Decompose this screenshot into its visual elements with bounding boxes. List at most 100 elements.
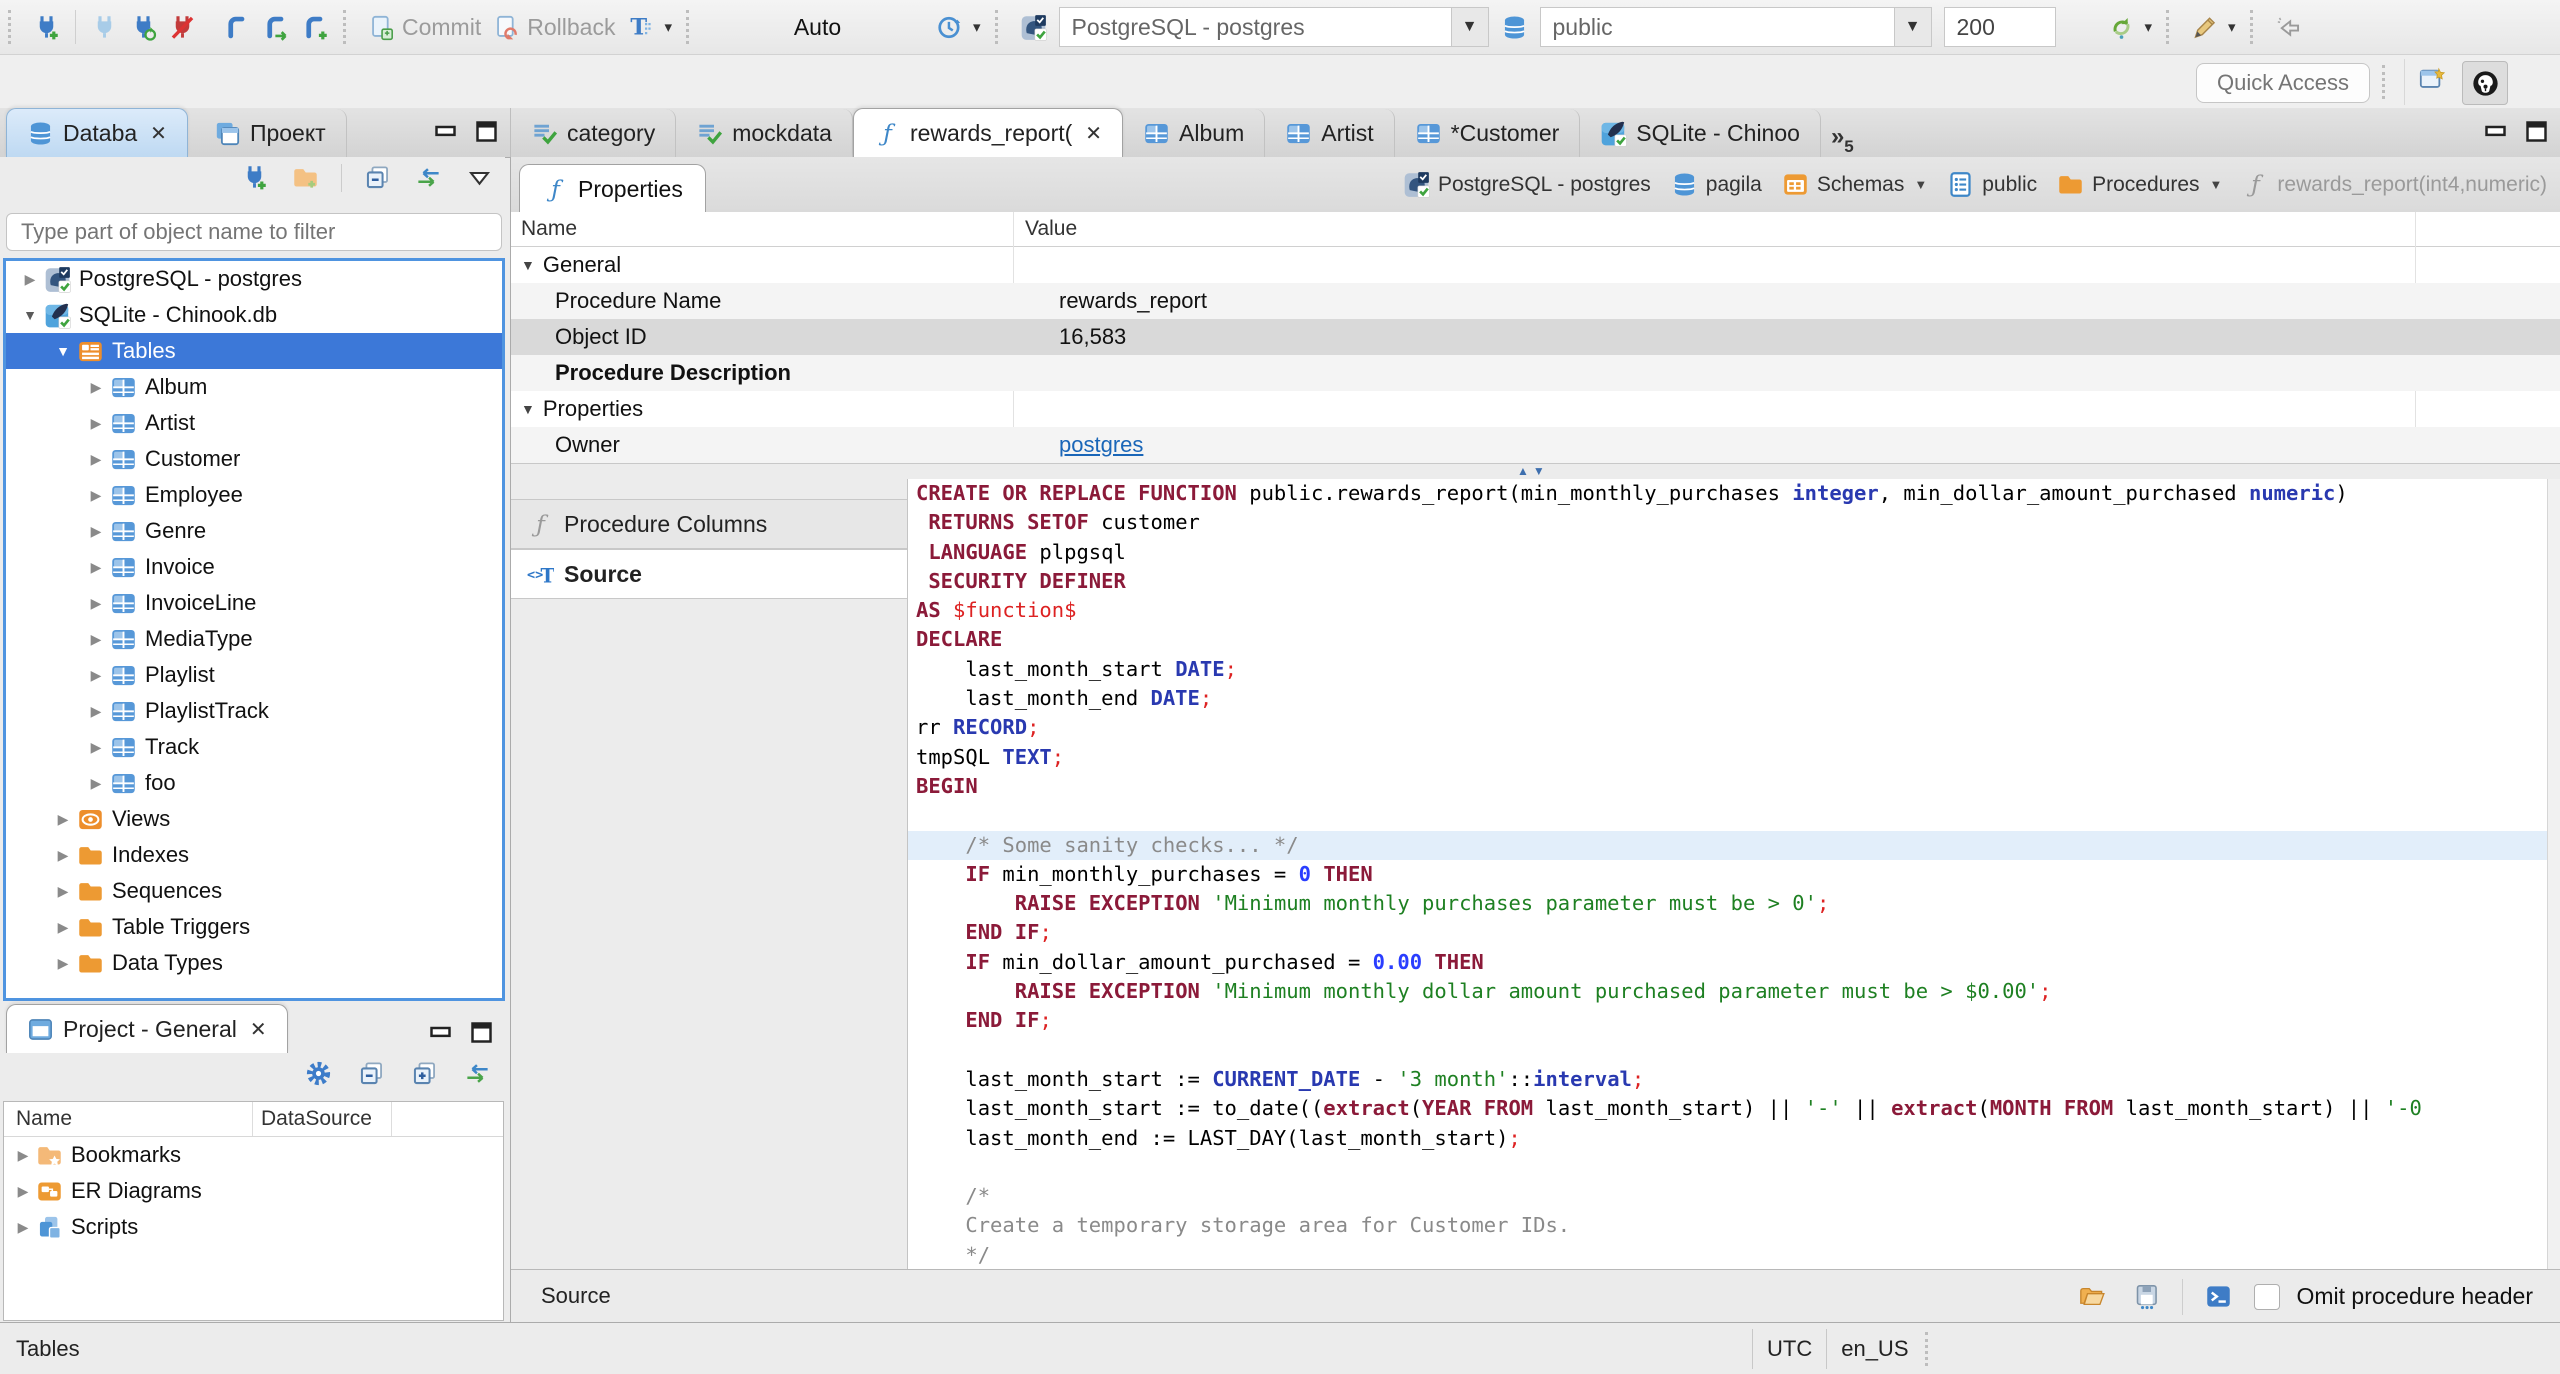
active-database-icon[interactable] xyxy=(1495,11,1534,44)
breadcrumb-public[interactable]: public xyxy=(1947,171,2037,198)
locale-label[interactable]: en_US xyxy=(1841,1336,1908,1362)
save-button[interactable] xyxy=(2127,1280,2166,1313)
console-button[interactable] xyxy=(2199,1280,2238,1313)
expander-closed-icon[interactable]: ▶ xyxy=(10,1183,36,1200)
code-scrollbar[interactable] xyxy=(2547,479,2560,1269)
dbeaver-perspective-button[interactable] xyxy=(2462,61,2508,105)
back-button[interactable] xyxy=(2269,11,2308,44)
expander-closed-icon[interactable]: ▶ xyxy=(82,667,110,684)
dropdown-caret-icon[interactable]: ▼ xyxy=(1914,177,1927,192)
project-item-scripts[interactable]: ▶ Scripts xyxy=(4,1209,503,1245)
tree-item-tables[interactable]: ▼ Tables xyxy=(6,333,502,369)
dropdown-caret-icon[interactable]: ▾ xyxy=(973,18,981,36)
refresh-button[interactable]: ▾ xyxy=(2102,11,2159,44)
expander-closed-icon[interactable]: ▶ xyxy=(82,739,110,756)
expander-closed-icon[interactable]: ▶ xyxy=(82,703,110,720)
breadcrumb-pagila[interactable]: pagila xyxy=(1671,171,1762,198)
tree-item-data-types[interactable]: ▶ Data Types xyxy=(6,945,502,981)
breadcrumb-schemas[interactable]: Schemas ▼ xyxy=(1782,171,1927,198)
sidebar-tab-проект[interactable]: Проект xyxy=(194,109,347,157)
project-item-er-diagrams[interactable]: ▶ ER Diagrams xyxy=(4,1173,503,1209)
subtab-source[interactable]: <> T Source xyxy=(511,549,907,599)
breadcrumb-rewards-report-int4-numeric[interactable]: ƒ rewards_report(int4,numeric) xyxy=(2242,171,2547,198)
tree-item-playlisttrack[interactable]: ▶ PlaylistTrack xyxy=(6,693,502,729)
grid-row-object-id[interactable]: Object ID 16,583 xyxy=(511,319,2560,355)
transaction-mode-button[interactable]: T ▾ xyxy=(621,11,678,44)
expander-closed-icon[interactable]: ▶ xyxy=(82,775,110,792)
maximize-icon[interactable] xyxy=(468,1019,495,1046)
expander-closed-icon[interactable]: ▶ xyxy=(82,487,110,504)
combo-arrow-icon[interactable]: ▼ xyxy=(1450,8,1488,46)
datasource-combo[interactable]: PostgreSQL - postgres ▼ xyxy=(1058,7,1489,47)
expander-closed-icon[interactable]: ▶ xyxy=(82,451,110,468)
editor-tab-rewards-report[interactable]: ƒ rewards_report(✕ xyxy=(852,108,1124,157)
expander-closed-icon[interactable]: ▶ xyxy=(49,955,77,972)
splitter-sash[interactable]: ▲▼ xyxy=(511,463,2560,480)
expander-closed-icon[interactable]: ▶ xyxy=(16,271,44,288)
tree-item-indexes[interactable]: ▶ Indexes xyxy=(6,837,502,873)
tree-item-genre[interactable]: ▶ Genre xyxy=(6,513,502,549)
column-name[interactable]: Name xyxy=(4,1102,253,1136)
expander-closed-icon[interactable]: ▶ xyxy=(10,1147,36,1164)
expander-closed-icon[interactable]: ▶ xyxy=(82,631,110,648)
editor-tab-artist[interactable]: Artist xyxy=(1265,109,1395,157)
close-icon[interactable]: ✕ xyxy=(1085,121,1102,146)
column-datasource[interactable]: DataSource xyxy=(253,1102,392,1136)
close-icon[interactable]: ✕ xyxy=(150,121,167,146)
tree-item-invoice[interactable]: ▶ Invoice xyxy=(6,549,502,585)
rollback-button[interactable]: Rollback xyxy=(487,11,621,44)
expander-closed-icon[interactable]: ▶ xyxy=(82,559,110,576)
tree-item-playlist[interactable]: ▶ Playlist xyxy=(6,657,502,693)
expander-closed-icon[interactable]: ▶ xyxy=(49,811,77,828)
menu-down-button[interactable] xyxy=(460,161,499,194)
commit-button[interactable]: Commit xyxy=(362,11,487,44)
link-editor-button[interactable] xyxy=(458,1057,497,1090)
object-filter-input[interactable] xyxy=(6,213,502,251)
tree-item-postgresql-postgres[interactable]: ▶ PostgreSQL - postgres xyxy=(6,261,502,297)
open-perspective-icon[interactable] xyxy=(2418,65,2445,92)
owner-link[interactable]: postgres xyxy=(1059,432,1143,457)
grid-row-procedure-name[interactable]: Procedure Name rewards_report xyxy=(511,283,2560,319)
expander-closed-icon[interactable]: ▶ xyxy=(82,379,110,396)
sql-editor-button[interactable] xyxy=(218,11,257,44)
tab-properties[interactable]: ƒ Properties xyxy=(519,164,706,213)
tree-item-customer[interactable]: ▶ Customer xyxy=(6,441,502,477)
tree-item-table-triggers[interactable]: ▶ Table Triggers xyxy=(6,909,502,945)
transaction-log-button[interactable]: ▾ xyxy=(930,11,987,44)
expander-closed-icon[interactable]: ▶ xyxy=(49,883,77,900)
breadcrumb-postgresql-postgres[interactable]: PostgreSQL - postgres xyxy=(1403,171,1651,198)
tree-item-employee[interactable]: ▶ Employee xyxy=(6,477,502,513)
minimize-icon[interactable] xyxy=(427,1019,454,1046)
tab-project-general[interactable]: Project - General ✕ xyxy=(6,1004,288,1053)
database-combo[interactable]: public ▼ xyxy=(1539,7,1932,47)
subtab-procedure-columns[interactable]: ƒ Procedure Columns xyxy=(511,499,907,549)
grid-row-owner[interactable]: Owner postgres xyxy=(511,427,2560,463)
group-expander-icon[interactable]: ▼ xyxy=(521,257,535,273)
collapse-all-button[interactable] xyxy=(352,1057,391,1090)
source-code-viewer[interactable]: CREATE OR REPLACE FUNCTION public.reward… xyxy=(908,479,2547,1269)
connect-button[interactable] xyxy=(85,11,124,44)
sidebar-tab-databa[interactable]: Databa ✕ xyxy=(6,108,188,157)
omit-procedure-header-checkbox[interactable] xyxy=(2254,1283,2281,1310)
dropdown-caret-icon[interactable]: ▾ xyxy=(664,18,672,36)
open-sql-script-button[interactable] xyxy=(257,11,296,44)
edit-button[interactable]: ▾ xyxy=(2185,11,2242,44)
collapse-all-button[interactable] xyxy=(358,161,397,194)
tree-item-views[interactable]: ▶ Views xyxy=(6,801,502,837)
reconnect-button[interactable] xyxy=(124,11,163,44)
expander-open-icon[interactable]: ▼ xyxy=(16,307,44,323)
new-sql-editor-button[interactable] xyxy=(296,11,335,44)
link-editor-button[interactable] xyxy=(409,161,448,194)
tree-item-album[interactable]: ▶ Album xyxy=(6,369,502,405)
editor-tab-sqlite-chinoo[interactable]: SQLite - Chinoo xyxy=(1580,109,1821,157)
tree-item-track[interactable]: ▶ Track xyxy=(6,729,502,765)
open-file-button[interactable] xyxy=(2072,1280,2111,1313)
tree-item-mediatype[interactable]: ▶ MediaType xyxy=(6,621,502,657)
expander-closed-icon[interactable]: ▶ xyxy=(82,595,110,612)
minimize-icon[interactable] xyxy=(2482,118,2509,145)
expander-closed-icon[interactable]: ▶ xyxy=(10,1219,36,1236)
dropdown-caret-icon[interactable]: ▾ xyxy=(2145,18,2153,36)
expander-closed-icon[interactable]: ▶ xyxy=(49,919,77,936)
project-item-bookmarks[interactable]: ▶ Bookmarks xyxy=(4,1137,503,1173)
editor-tab-customer[interactable]: *Customer xyxy=(1395,109,1581,157)
